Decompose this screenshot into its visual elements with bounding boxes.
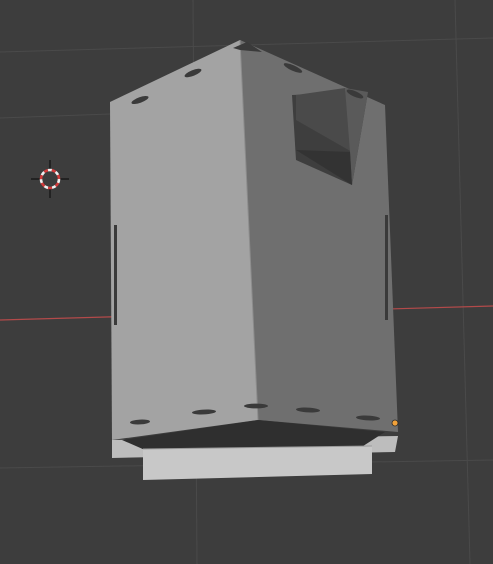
3d-viewport[interactable] <box>0 0 493 564</box>
box-model[interactable] <box>110 39 399 480</box>
left-face <box>110 40 258 440</box>
origin-point <box>391 419 399 427</box>
left-side-slot <box>114 225 117 325</box>
right-side-slot <box>385 215 388 320</box>
base-front-slab <box>143 446 372 480</box>
3d-cursor-icon[interactable] <box>31 160 69 198</box>
